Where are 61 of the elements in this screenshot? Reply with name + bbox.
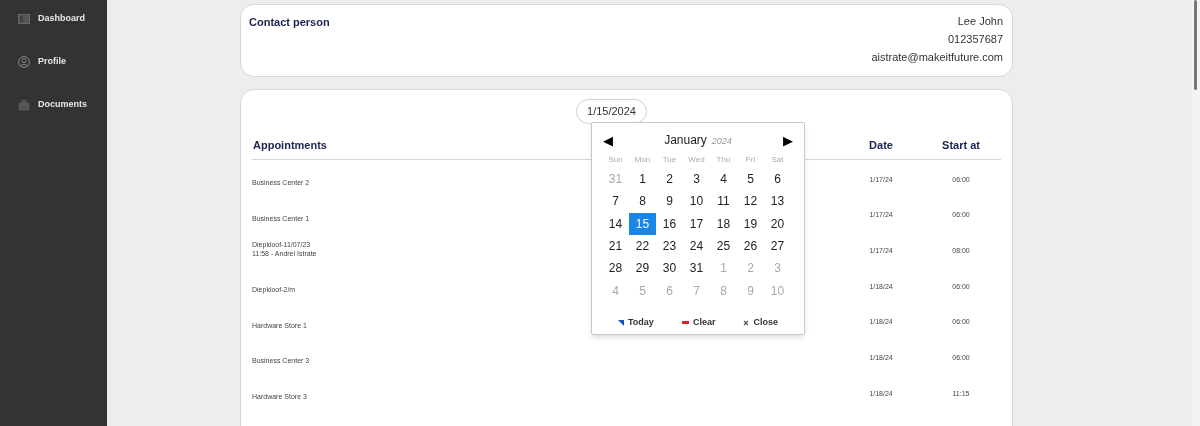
calendar-day[interactable]: 24 <box>683 234 710 258</box>
weekday-label: Mon <box>633 154 652 166</box>
column-header: Date <box>869 139 893 151</box>
calendar-day[interactable]: 6 <box>764 168 791 191</box>
calendar-day[interactable]: 14 <box>602 212 629 235</box>
calendar-day[interactable]: 21 <box>602 234 629 258</box>
corner-icon <box>618 319 624 326</box>
card-title: Contact person <box>249 15 330 30</box>
clear-button[interactable]: Clear <box>681 315 716 330</box>
contact-phone: 012357687 <box>947 33 1003 45</box>
calendar-day[interactable]: 25 <box>710 234 737 258</box>
weekday-label: Sun <box>607 154 624 166</box>
calendar-day[interactable]: 9 <box>656 190 683 213</box>
calendar-day[interactable]: 26 <box>737 234 764 258</box>
column-header: Appointments <box>253 139 327 151</box>
weekday-label: Fri <box>744 154 757 166</box>
calendar-day[interactable]: 28 <box>602 257 629 280</box>
weekday-label: Thu <box>715 154 732 166</box>
calendar-day[interactable]: 7 <box>602 190 629 213</box>
calendar-day[interactable]: 5 <box>737 168 764 191</box>
calendar-day[interactable]: 27 <box>764 234 791 258</box>
calendar-day[interactable]: 15 <box>629 212 656 235</box>
calendar-day[interactable]: 17 <box>683 212 710 235</box>
calendar-day[interactable]: 1 <box>629 168 656 191</box>
user-icon <box>18 56 30 68</box>
minus-icon <box>681 321 689 325</box>
next-month-button[interactable]: ▶ <box>783 133 793 147</box>
calendar-day[interactable]: 19 <box>737 212 764 235</box>
month-label: January <box>664 132 707 149</box>
today-button[interactable]: Today <box>618 315 654 330</box>
contact-email: aistrate@makeitfuture.com <box>871 51 1003 63</box>
calendar-day[interactable]: 12 <box>737 190 764 213</box>
briefcase-icon <box>18 99 30 111</box>
close-button[interactable]: Close <box>743 315 778 330</box>
dashboard-icon <box>18 14 30 24</box>
calendar-day[interactable]: 11 <box>710 190 737 213</box>
calendar-day[interactable]: 10 <box>683 190 710 213</box>
calendar-day[interactable]: 22 <box>629 234 656 258</box>
close-icon <box>743 319 750 326</box>
sidebar-item[interactable]: Profile <box>0 55 107 69</box>
calendar-day[interactable]: 16 <box>656 212 683 235</box>
sidebar-item[interactable]: Dashboard <box>0 12 107 26</box>
weekday-label: Sat <box>770 154 785 166</box>
contact-name: Lee John <box>957 15 1003 27</box>
calendar-day[interactable]: 23 <box>656 234 683 258</box>
column-header: Start at <box>942 139 980 151</box>
weekday-label: Tue <box>661 154 678 166</box>
calendar-day[interactable]: 20 <box>764 212 791 235</box>
weekday-label: Wed <box>687 154 706 166</box>
calendar-day[interactable]: 4 <box>710 168 737 191</box>
previous-month-button[interactable]: ◀ <box>603 133 613 147</box>
calendar-day[interactable]: 30 <box>656 257 683 280</box>
sidebar-item[interactable]: Documents <box>0 98 107 112</box>
calendar-day[interactable]: 18 <box>710 212 737 235</box>
calendar-day[interactable]: 3 <box>683 168 710 191</box>
calendar-day[interactable]: 13 <box>764 190 791 213</box>
calendar-day[interactable]: 29 <box>629 257 656 280</box>
year-label: 2024 <box>711 135 732 148</box>
calendar-day[interactable]: 8 <box>629 190 656 213</box>
calendar-day[interactable]: 2 <box>656 168 683 191</box>
calendar-day[interactable]: 31 <box>683 257 710 280</box>
